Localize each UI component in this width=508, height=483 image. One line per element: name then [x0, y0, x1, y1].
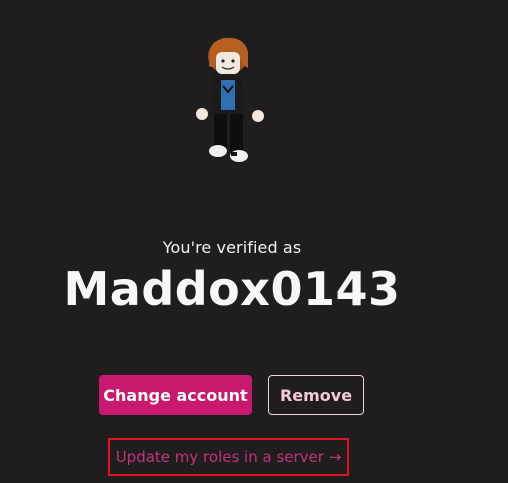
change-account-button[interactable]: Change account	[99, 375, 252, 415]
roblox-avatar-icon	[196, 37, 264, 162]
verification-page: You're verified as Maddox0143 Change acc…	[0, 0, 508, 483]
username-heading: Maddox0143	[63, 262, 401, 316]
update-roles-link[interactable]: Update my roles in a server →	[116, 448, 342, 466]
verified-as-label: You're verified as	[162, 238, 302, 257]
remove-button[interactable]: Remove	[268, 375, 364, 415]
update-roles-highlight: Update my roles in a server →	[108, 438, 349, 476]
